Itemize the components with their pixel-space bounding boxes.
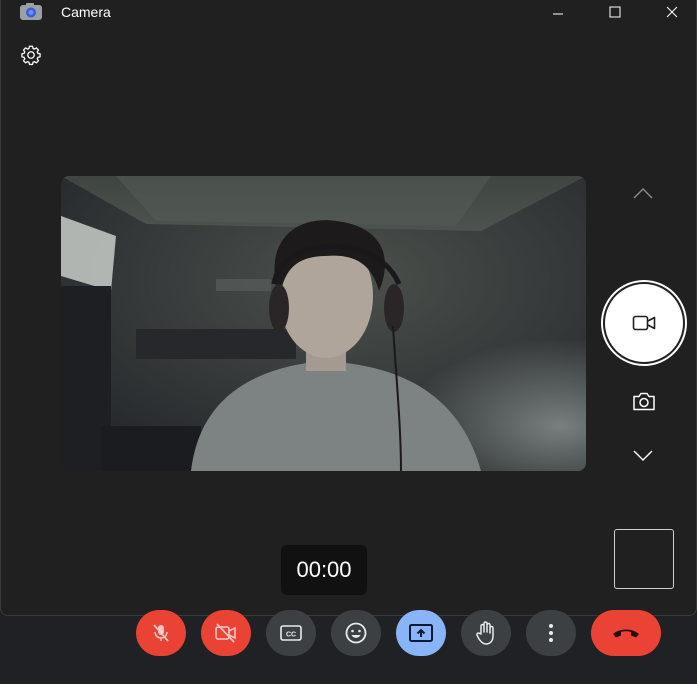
present-screen-icon — [409, 624, 433, 642]
chevron-down-icon[interactable] — [632, 449, 654, 463]
svg-text:CC: CC — [286, 632, 296, 639]
maximize-button[interactable] — [592, 0, 638, 24]
app-title: Camera — [61, 4, 111, 20]
camera-app-window: Camera 00:00 — [0, 0, 697, 616]
title-bar: Camera — [1, 0, 696, 24]
close-button[interactable] — [649, 0, 695, 24]
emoji-button[interactable] — [331, 610, 381, 656]
chevron-up-icon[interactable] — [632, 186, 654, 200]
raise-hand-icon — [476, 621, 494, 645]
camera-off-icon — [215, 623, 236, 643]
mic-toggle-button[interactable] — [136, 610, 186, 656]
video-camera-icon — [632, 315, 656, 331]
last-capture-thumbnail[interactable] — [614, 529, 674, 589]
minimize-button[interactable] — [535, 0, 581, 24]
mic-off-icon — [153, 624, 169, 642]
close-icon — [666, 6, 678, 18]
maximize-icon — [609, 6, 621, 18]
more-options-icon — [549, 624, 553, 642]
camera-preview — [61, 176, 586, 471]
present-screen-button[interactable] — [396, 610, 446, 656]
photo-camera-icon[interactable] — [632, 390, 656, 412]
captions-icon: CC — [280, 625, 302, 641]
emoji-icon — [345, 622, 367, 644]
minimize-icon — [553, 13, 563, 15]
gear-icon[interactable] — [20, 44, 42, 66]
recording-timer: 00:00 — [281, 545, 367, 595]
camera-toggle-button[interactable] — [201, 610, 251, 656]
captions-button[interactable]: CC — [266, 610, 316, 656]
raise-hand-button[interactable] — [461, 610, 511, 656]
record-video-button[interactable] — [601, 280, 687, 366]
hang-up-icon — [613, 629, 639, 638]
camera-app-icon — [20, 3, 42, 20]
hang-up-button[interactable] — [591, 610, 661, 656]
more-options-button[interactable] — [526, 610, 576, 656]
